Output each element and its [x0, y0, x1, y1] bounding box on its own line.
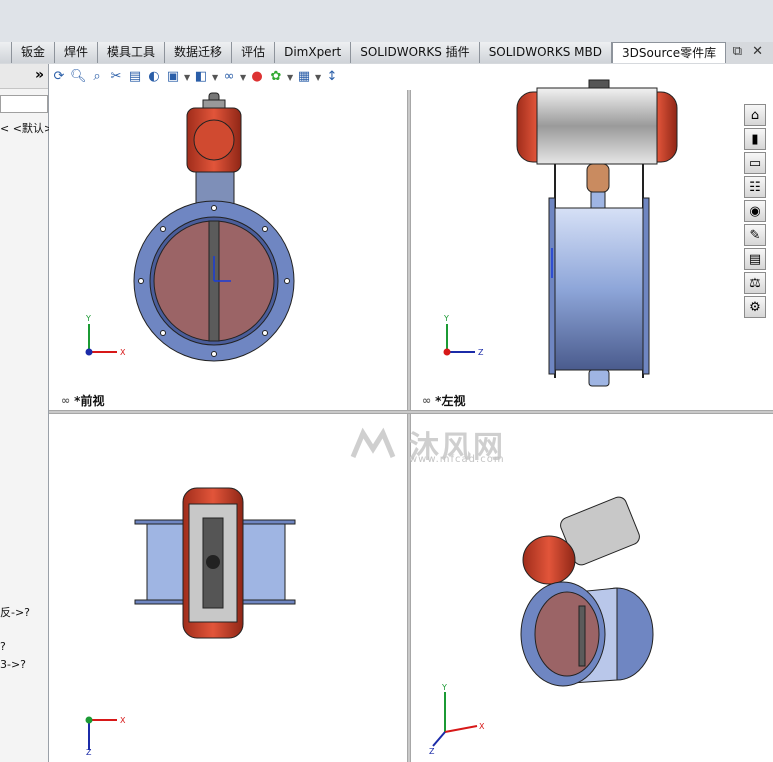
- viewport-horizontal-divider[interactable]: [49, 410, 773, 414]
- chevron-down-icon[interactable]: ▼: [212, 73, 218, 82]
- front-triad: Y X: [85, 314, 126, 356]
- front-view-label: ∞ *前视: [61, 392, 104, 409]
- command-manager-tabs: 钣金 焊件 模具工具 数据迁移 评估 DimXpert SOLIDWORKS 插…: [0, 42, 773, 65]
- tab-hidden[interactable]: [0, 42, 12, 63]
- tree-item[interactable]: 3->?: [0, 658, 26, 671]
- window-controls: ⧉ ✕: [733, 44, 773, 64]
- hide-show-icon[interactable]: ▣: [165, 69, 181, 85]
- expand-button[interactable]: »: [35, 67, 44, 83]
- watermark: 沐风网 www.mfcad.com: [349, 422, 505, 466]
- graphics-area[interactable]: ⟳ 🔍︎ ⌕ ✂ ▤ ◐ ▣ ▼ ◧ ▼ ∞ ▼ ● ✿ ▼ ▦ ▼ ↕ Y X…: [49, 64, 773, 762]
- triad-y-label: Y: [443, 314, 449, 323]
- display-style-icon[interactable]: ◐: [146, 69, 162, 85]
- tab-weldments[interactable]: 焊件: [55, 42, 99, 63]
- view-orientation-icon[interactable]: ▤: [127, 69, 143, 85]
- triad-z-label: Z: [478, 348, 484, 356]
- iso-triad: Y X Z: [429, 683, 485, 754]
- tab-dimxpert[interactable]: DimXpert: [275, 42, 352, 63]
- isometric-view-model[interactable]: [517, 494, 667, 704]
- left-view-name: *左视: [435, 394, 466, 408]
- chevron-down-icon[interactable]: ▼: [315, 73, 321, 82]
- library-icon[interactable]: ☷: [744, 176, 766, 198]
- tab-data-migration[interactable]: 数据迁移: [165, 42, 233, 63]
- toolbox-icon[interactable]: ⚙: [744, 296, 766, 318]
- heads-up-view-toolbar: ⟳ 🔍︎ ⌕ ✂ ▤ ◐ ▣ ▼ ◧ ▼ ∞ ▼ ● ✿ ▼ ▦ ▼ ↕: [49, 64, 411, 90]
- top-triad: X Z: [85, 716, 126, 756]
- left-view-model[interactable]: [509, 78, 689, 388]
- appearance-icon[interactable]: ◉: [744, 200, 766, 222]
- edit-appearance-icon[interactable]: ∞: [221, 69, 237, 85]
- watermark-logo: [350, 427, 396, 458]
- triad-x-label: X: [120, 348, 126, 356]
- ribbon-area: [0, 0, 773, 42]
- close-icon[interactable]: ✕: [752, 44, 763, 64]
- zoom-to-fit-icon[interactable]: ⟳: [51, 69, 67, 85]
- tab-solidworks-addins[interactable]: SOLIDWORKS 插件: [351, 42, 480, 63]
- folder-icon[interactable]: ▭: [744, 152, 766, 174]
- feature-manager-panel: » < <默认>_ 反->? ? 3->?: [0, 64, 59, 762]
- watermark-url: www.mfcad.com: [409, 454, 505, 465]
- tab-evaluate[interactable]: 评估: [232, 42, 276, 63]
- apply-scene-icon[interactable]: ●: [249, 69, 265, 85]
- properties-icon[interactable]: ✎: [744, 224, 766, 246]
- tree-item[interactable]: 反->?: [0, 604, 30, 620]
- tab-sheet-metal[interactable]: 钣金: [12, 42, 56, 63]
- triad-y-label: Y: [85, 314, 91, 323]
- left-triad: Y Z: [443, 314, 484, 356]
- custom-icon[interactable]: ▤: [744, 248, 766, 270]
- top-view-model[interactable]: [133, 484, 299, 644]
- zoom-area-icon[interactable]: 🔍︎: [70, 69, 87, 85]
- restore-icon[interactable]: ⧉: [733, 44, 742, 64]
- scene-icon[interactable]: ✿: [268, 69, 284, 85]
- task-pane-tabs: ⌂ ▮ ▭ ☷ ◉ ✎ ▤ ⚖ ⚙: [744, 104, 768, 320]
- zoom-selection-icon[interactable]: ⌕: [89, 69, 105, 85]
- design-check-icon[interactable]: ⚖: [744, 272, 766, 294]
- panel-filter-field[interactable]: [0, 95, 48, 113]
- cube-view-icon[interactable]: ◧: [193, 69, 209, 85]
- resources-icon[interactable]: ▮: [744, 128, 766, 150]
- home-icon[interactable]: ⌂: [744, 104, 766, 126]
- tab-solidworks-mbd[interactable]: SOLIDWORKS MBD: [479, 42, 612, 63]
- tab-3dsource[interactable]: 3DSource零件库: [612, 42, 727, 63]
- section-view-icon[interactable]: ✂: [108, 69, 124, 85]
- view-settings-icon[interactable]: ▦: [296, 69, 312, 85]
- triad-y-label: Y: [441, 683, 447, 692]
- link-views-icon[interactable]: ∞: [422, 394, 431, 407]
- left-view-label: ∞ *左视: [422, 392, 465, 409]
- triad-x-label: X: [479, 722, 485, 731]
- front-view-name: *前视: [74, 394, 105, 408]
- triad-z-label: Z: [86, 748, 92, 756]
- panel-header: »: [0, 64, 48, 89]
- rotate-icon[interactable]: ↕: [324, 69, 340, 85]
- chevron-down-icon[interactable]: ▼: [240, 73, 246, 82]
- tree-item[interactable]: ?: [0, 640, 6, 653]
- tab-mold-tools[interactable]: 模具工具: [98, 42, 166, 63]
- link-views-icon[interactable]: ∞: [61, 394, 70, 407]
- chevron-down-icon[interactable]: ▼: [287, 73, 293, 82]
- triad-x-label: X: [120, 716, 126, 725]
- front-view-model[interactable]: [119, 88, 309, 368]
- chevron-down-icon[interactable]: ▼: [184, 73, 190, 82]
- triad-z-label: Z: [429, 747, 435, 754]
